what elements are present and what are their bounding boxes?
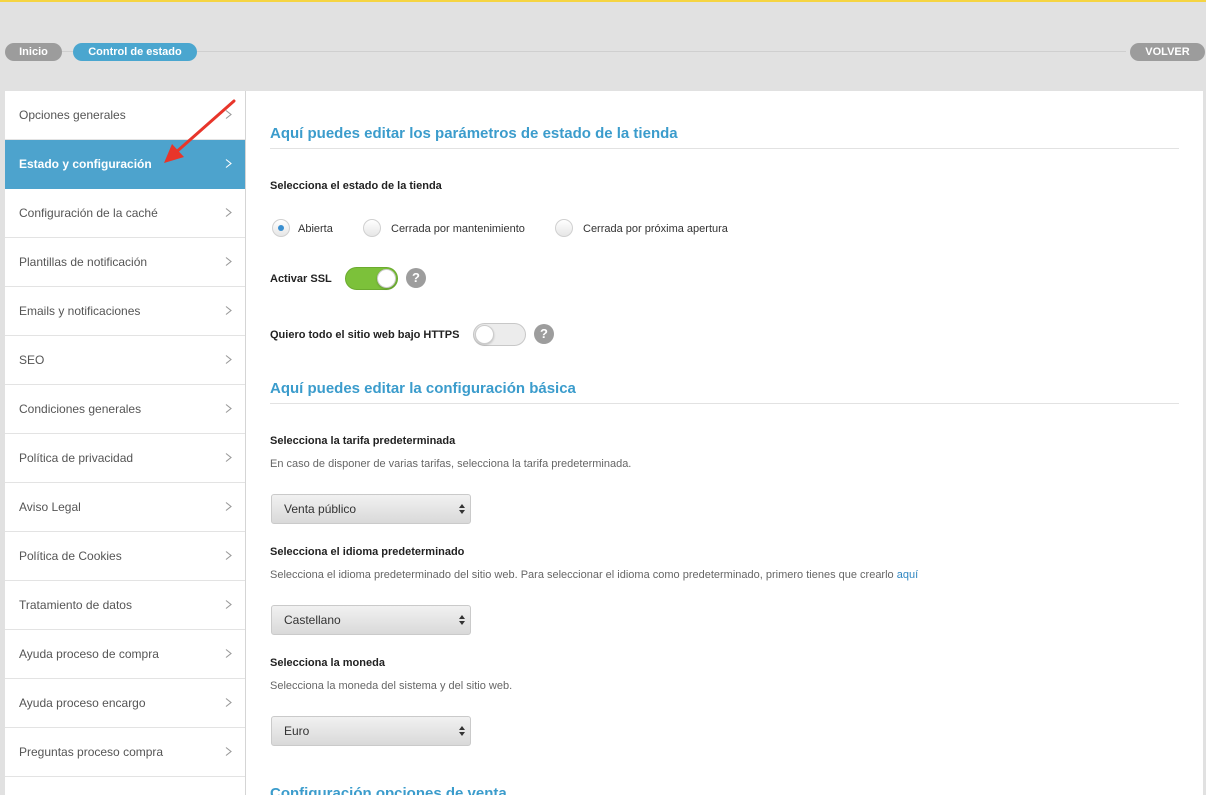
currency-select[interactable]: Euro — [271, 716, 471, 746]
sidebar-item-label: Tratamiento de datos — [19, 598, 132, 612]
toggle-knob — [475, 325, 494, 344]
sidebar-item-label: SEO — [19, 353, 45, 367]
store-state-label: Selecciona el estado de la tienda — [270, 180, 442, 192]
chevron-right-icon — [225, 747, 232, 756]
section-divider — [270, 403, 1179, 404]
sidebar-item-configuracion-cache[interactable]: Configuración de la caché — [5, 189, 245, 238]
radio-label-mantenimiento: Cerrada por mantenimiento — [391, 223, 525, 235]
https-toggle[interactable] — [473, 323, 526, 346]
chevron-right-icon — [225, 257, 232, 266]
sidebar-item-label: Preguntas proceso compra — [19, 745, 164, 759]
help-icon[interactable]: ? — [406, 268, 426, 288]
sidebar-item-label: Política de privacidad — [19, 451, 134, 465]
language-select-value: Castellano — [284, 613, 341, 627]
sidebar-item-ayuda-compra[interactable]: Ayuda proceso de compra — [5, 630, 245, 679]
chevron-right-icon — [225, 453, 232, 462]
tariff-select-value: Venta público — [284, 502, 357, 516]
sidebar-item-label: Aviso Legal — [19, 500, 81, 514]
sidebar-item-label: Emails y notificaciones — [19, 304, 141, 318]
breadcrumb-home[interactable]: Inicio — [5, 43, 62, 61]
sidebar-item-tratamiento-datos[interactable]: Tratamiento de datos — [5, 581, 245, 630]
breadcrumb-current[interactable]: Control de estado — [73, 43, 197, 61]
currency-hint: Selecciona la moneda del sistema y del s… — [270, 680, 513, 692]
select-arrows-icon — [459, 726, 465, 736]
language-label: Selecciona el idioma predeterminado — [270, 546, 465, 558]
sidebar-item-label: Condiciones generales — [19, 402, 142, 416]
sidebar-item-emails-notificaciones[interactable]: Emails y notificaciones — [5, 287, 245, 336]
chevron-right-icon — [225, 306, 232, 315]
sidebar-item-ayuda-encargo[interactable]: Ayuda proceso encargo — [5, 679, 245, 728]
toggle-knob — [377, 269, 396, 288]
sidebar: Opciones generales Estado y configuració… — [5, 91, 245, 795]
sidebar-item-preguntas-compra[interactable]: Preguntas proceso compra — [5, 728, 245, 777]
sidebar-item-label: Opciones generales — [19, 108, 126, 122]
chevron-right-icon — [225, 404, 232, 413]
chevron-right-icon — [225, 551, 232, 560]
status-section-title: Aquí puedes editar los parámetros de est… — [270, 125, 678, 142]
radio-label-proxima-apertura: Cerrada por próxima apertura — [583, 223, 728, 235]
sidebar-item-politica-privacidad[interactable]: Política de privacidad — [5, 434, 245, 483]
chevron-right-icon — [225, 502, 232, 511]
breadcrumb-line — [60, 51, 1126, 52]
top-accent-line — [0, 0, 1206, 2]
radio-label-abierta: Abierta — [298, 223, 333, 235]
sidebar-item-label: Configuración de la caché — [19, 206, 158, 220]
radio-abierta[interactable] — [272, 219, 290, 237]
sidebar-item-label: Estado y configuración — [19, 157, 152, 171]
chevron-right-icon — [225, 698, 232, 707]
select-arrows-icon — [459, 615, 465, 625]
sidebar-item-aviso-legal[interactable]: Aviso Legal — [5, 483, 245, 532]
tariff-label: Selecciona la tarifa predeterminada — [270, 435, 456, 447]
language-hint: Selecciona el idioma predeterminado del … — [270, 569, 918, 581]
sidebar-item-seo[interactable]: SEO — [5, 336, 245, 385]
radio-proxima-apertura[interactable] — [555, 219, 573, 237]
chevron-right-icon — [225, 208, 232, 217]
currency-label: Selecciona la moneda — [270, 657, 385, 669]
ssl-label: Activar SSL — [270, 273, 332, 285]
tariff-select[interactable]: Venta público — [271, 494, 471, 524]
language-select[interactable]: Castellano — [271, 605, 471, 635]
sidebar-item-plantillas-notificacion[interactable]: Plantillas de notificación — [5, 238, 245, 287]
sidebar-item-label: Plantillas de notificación — [19, 255, 148, 269]
language-create-link[interactable]: aquí — [897, 569, 918, 581]
chevron-right-icon — [225, 355, 232, 364]
section-divider — [270, 148, 1179, 149]
sidebar-item-label: Política de Cookies — [19, 549, 122, 563]
sidebar-item-politica-cookies[interactable]: Política de Cookies — [5, 532, 245, 581]
help-icon[interactable]: ? — [534, 324, 554, 344]
currency-select-value: Euro — [284, 724, 310, 738]
sidebar-item-condiciones-generales[interactable]: Condiciones generales — [5, 385, 245, 434]
language-hint-text: Selecciona el idioma predeterminado del … — [270, 569, 894, 581]
sidebar-item-label: Ayuda proceso encargo — [19, 696, 146, 710]
sales-section-title: Configuración opciones de venta — [270, 785, 507, 795]
radio-mantenimiento[interactable] — [363, 219, 381, 237]
ssl-toggle[interactable] — [345, 267, 398, 290]
sidebar-item-label: Ayuda proceso de compra — [19, 647, 159, 661]
chevron-right-icon — [225, 600, 232, 609]
select-arrows-icon — [459, 504, 465, 514]
basic-section-title: Aquí puedes editar la configuración bási… — [270, 380, 576, 397]
chevron-right-icon — [225, 649, 232, 658]
back-button[interactable]: VOLVER — [1130, 43, 1205, 61]
https-label: Quiero todo el sitio web bajo HTTPS — [270, 329, 460, 341]
main-panel: Aquí puedes editar los parámetros de est… — [246, 91, 1203, 795]
breadcrumb: Inicio Control de estado VOLVER — [0, 41, 1206, 63]
tariff-hint: En caso de disponer de varias tarifas, s… — [270, 458, 632, 470]
annotation-arrow-icon — [164, 99, 236, 163]
